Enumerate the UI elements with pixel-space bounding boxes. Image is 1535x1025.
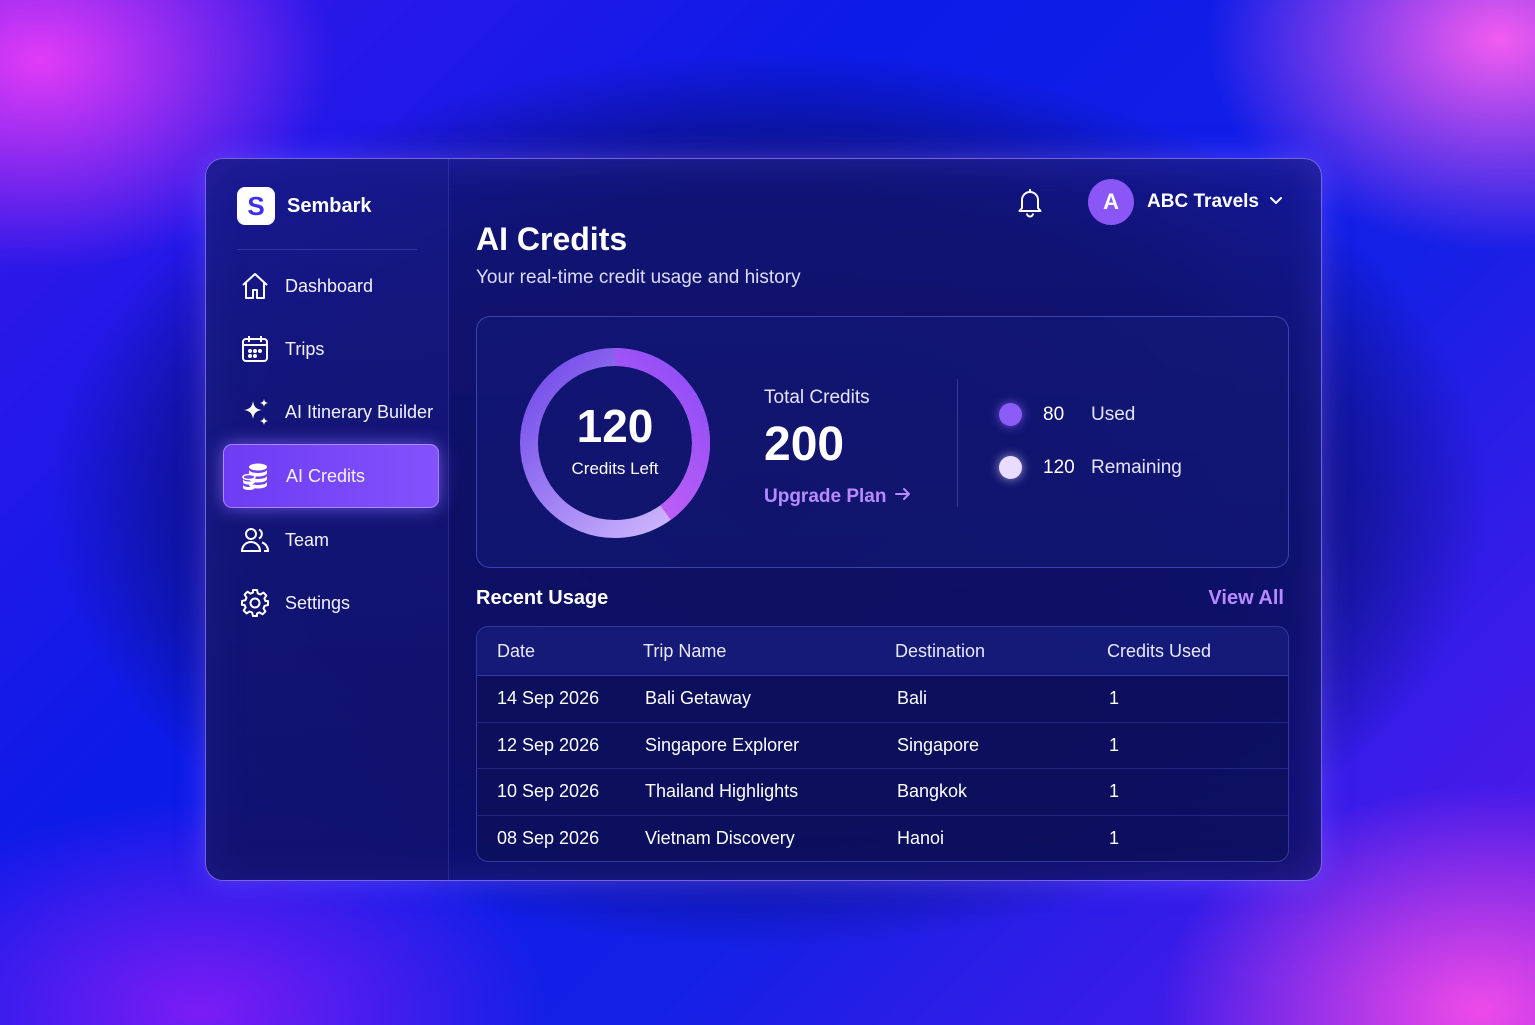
table-row[interactable]: 14 Sep 2026 Bali Getaway Bali 1 [477,676,1288,723]
account-name[interactable]: ABC Travels [1147,191,1259,213]
cell-trip-name: Thailand Highlights [645,781,799,802]
credits-left-label: Credits Left [571,459,659,478]
avatar[interactable]: A [1088,179,1135,225]
sidebar-item-label: Team [285,529,330,550]
cell-trip-name: Vietnam Discovery [645,828,795,849]
cell-destination: Bali [897,688,928,709]
cell-date: 10 Sep 2026 [497,781,600,802]
legend-remaining-value: 120 [1043,456,1075,478]
legend-used-label: Used [1091,403,1136,425]
divider [237,249,417,250]
sidebar: S Sembark Dashboard Trips AI Itinerary B… [206,159,449,880]
sidebar-item-ai-itinerary-builder[interactable]: AI Itinerary Builder [223,381,439,443]
legend-used-dot [999,403,1022,426]
table-row[interactable]: 12 Sep 2026 Singapore Explorer Singapore… [477,723,1288,769]
legend-used-value: 80 [1043,403,1065,425]
cell-credits-used: 1 [1109,828,1120,849]
legend-remaining: 120 Remaining [999,456,1182,479]
cell-credits-used: 1 [1109,781,1120,802]
cell-date: 14 Sep 2026 [497,688,600,709]
divider [957,379,958,507]
cell-credits-used: 1 [1109,734,1120,755]
legend-used: 80 Used [999,403,1135,426]
gear-icon [239,587,271,619]
cell-destination: Bangkok [897,781,968,802]
brand[interactable]: S Sembark [237,187,372,225]
topbar: A ABC Travels [1014,179,1285,225]
chevron-down-icon[interactable] [1267,191,1285,214]
sidebar-item-label: Settings [285,592,351,613]
bell-icon[interactable] [1014,186,1046,218]
view-all-link[interactable]: View All [1208,587,1284,610]
column-header-credits-used[interactable]: Credits Used [1107,641,1288,662]
sidebar-item-settings[interactable]: Settings [223,572,439,634]
cell-trip-name: Bali Getaway [645,688,752,709]
home-icon [239,270,271,302]
total-credits-value: 200 [764,418,845,471]
cell-destination: Singapore [897,734,980,755]
sparkles-icon [239,396,271,428]
column-header-trip-name[interactable]: Trip Name [643,641,895,662]
table-header: Date Trip Name Destination Credits Used [477,627,1288,676]
page-title: AI Credits [476,221,628,257]
sidebar-nav: Dashboard Trips AI Itinerary Builder AI … [223,255,439,635]
page-subtitle: Your real-time credit usage and history [476,267,801,288]
credits-summary-card: 120 Credits Left Total Credits 200 Upgra… [476,316,1289,568]
legend-remaining-label: Remaining [1091,456,1182,478]
column-header-date[interactable]: Date [477,641,643,662]
recent-usage-table: Date Trip Name Destination Credits Used … [476,626,1289,862]
main-content: A ABC Travels AI Credits Your real-time … [476,159,1321,880]
cell-destination: Hanoi [897,828,945,849]
calendar-icon [239,333,271,365]
users-icon [239,524,271,556]
upgrade-plan-link[interactable]: Upgrade Plan [764,485,912,509]
coins-icon [240,460,272,492]
credits-left-value: 120 [576,400,654,452]
sidebar-item-trips[interactable]: Trips [223,318,439,380]
app-window: S Sembark Dashboard Trips AI Itinerary B… [205,158,1322,881]
cell-date: 08 Sep 2026 [497,828,600,849]
cell-date: 12 Sep 2026 [497,734,600,755]
upgrade-plan-label: Upgrade Plan [764,486,887,507]
brand-logo: S [237,187,275,225]
legend-remaining-dot [999,456,1022,479]
recent-usage-title: Recent Usage [476,587,609,609]
sidebar-item-ai-credits[interactable]: AI Credits [223,444,439,508]
cell-trip-name: Singapore Explorer [645,734,800,755]
arrow-right-icon [894,485,912,509]
table-row[interactable]: 08 Sep 2026 Vietnam Discovery Hanoi 1 [477,816,1288,862]
sidebar-item-label: Trips [285,338,325,359]
total-credits-label: Total Credits [764,387,870,408]
sidebar-item-label: AI Credits [286,465,366,486]
brand-name: Sembark [287,194,372,217]
table-row[interactable]: 10 Sep 2026 Thailand Highlights Bangkok … [477,769,1288,816]
cell-credits-used: 1 [1109,688,1120,709]
sidebar-item-team[interactable]: Team [223,509,439,571]
sidebar-item-dashboard[interactable]: Dashboard [223,255,439,317]
column-header-destination[interactable]: Destination [895,641,1107,662]
sidebar-item-label: Dashboard [285,275,374,296]
sidebar-item-label: AI Itinerary Builder [285,401,434,422]
